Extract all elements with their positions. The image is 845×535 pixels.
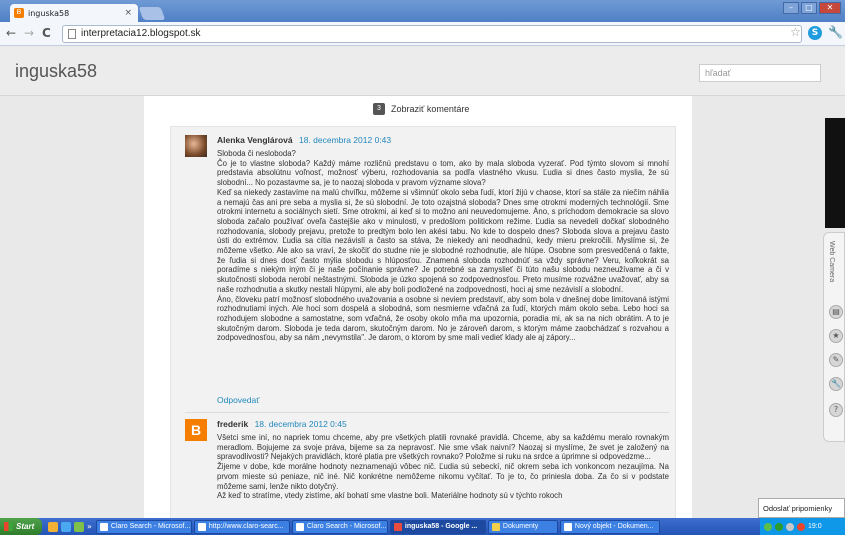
comment-paragraph: Áno, človeku patrí možnosť slobodného uv… <box>217 294 669 343</box>
tab-close-icon[interactable]: × <box>124 8 132 18</box>
document-icon <box>563 522 572 531</box>
window-controls: – □ ✕ <box>783 2 841 14</box>
clock: 19:0 <box>808 523 822 530</box>
page-icon <box>68 29 76 39</box>
taskbar-button-label: Dokumenty <box>502 523 539 530</box>
blogger-favicon-icon: B <box>14 8 24 18</box>
taskbar-button-label: Nový objekt - Dokumen... <box>574 523 654 530</box>
avatar[interactable] <box>185 135 207 157</box>
quick-launch-more-icon[interactable]: » <box>87 522 92 532</box>
taskbar-button-label: Claro Search - Microsof... <box>110 523 191 530</box>
ie-window-icon <box>99 522 108 531</box>
comment-paragraph: Až keď to stratíme, vtedy zistíme, akí b… <box>217 491 563 501</box>
comment-author[interactable]: frederik <box>217 419 248 429</box>
tab-title: inguska58 <box>28 8 70 18</box>
quick-launch: » <box>48 521 92 532</box>
comment-divider <box>185 412 669 413</box>
chrome-window-icon <box>393 522 402 531</box>
comments-section: Alenka Venglárová 18. decembra 2012 0:43… <box>170 126 676 518</box>
skype-extension-icon[interactable]: S <box>808 26 822 40</box>
ie-window-icon <box>295 522 304 531</box>
gadget-edit-icon[interactable]: ✎ <box>829 353 843 367</box>
comment-date[interactable]: 18. decembra 2012 0:45 <box>255 419 347 429</box>
window-close-icon[interactable]: ✕ <box>819 2 841 14</box>
web-camera-gadget[interactable]: Web Camera ▤ ★ ✎ 🔧 ? <box>823 232 845 442</box>
reply-link[interactable]: Odpovedať <box>217 395 259 405</box>
alert-icon[interactable] <box>797 522 805 531</box>
windows-logo-icon <box>4 522 13 531</box>
ie-icon[interactable] <box>61 521 71 532</box>
comment-header: Alenka Venglárová 18. decembra 2012 0:43 <box>217 135 391 145</box>
web-camera-label: Web Camera <box>828 241 835 283</box>
comment-paragraph: Žijeme v dobe, kde morálne hodnoty nezna… <box>217 462 669 491</box>
show-comments-link[interactable]: 3 Zobraziť komentáre <box>373 103 469 115</box>
comment-body: Sloboda či nesloboda? Čo je to vlastne s… <box>217 149 669 343</box>
comment-paragraph: Všetci sme iní, no napriek tomu chceme, … <box>217 433 669 462</box>
gadget-tool-icon[interactable]: ▤ <box>829 305 843 319</box>
media-icon[interactable] <box>74 521 84 532</box>
start-button[interactable]: Start <box>0 518 42 535</box>
volume-icon[interactable] <box>786 522 794 531</box>
blogger-avatar-icon[interactable]: B <box>185 419 207 441</box>
gadget-help-icon[interactable]: ? <box>829 403 843 417</box>
search-input[interactable]: hľadať <box>699 64 821 82</box>
comment: B frederik 18. decembra 2012 0:45 Všetci… <box>185 419 669 518</box>
taskbar-button[interactable]: Nový objekt - Dokumen... <box>559 519 660 534</box>
firefox-icon[interactable] <box>48 521 58 532</box>
antivirus-icon[interactable] <box>775 522 783 531</box>
gadget-star-icon[interactable]: ★ <box>829 329 843 343</box>
comment-author[interactable]: Alenka Venglárová <box>217 135 293 145</box>
taskbar-button[interactable]: inguska58 - Google ... <box>389 519 486 534</box>
gadget-wrench-icon[interactable]: 🔧 <box>829 377 843 391</box>
browser-tab[interactable]: B inguska58 × <box>10 4 138 22</box>
system-tray: 19:0 <box>760 518 845 535</box>
forward-icon[interactable]: → <box>24 26 34 40</box>
comment-paragraph: Čo je to vlastne sloboda? Každý máme roz… <box>217 158 669 188</box>
blog-title[interactable]: inguska58 <box>15 61 97 82</box>
back-icon[interactable]: ← <box>6 26 16 40</box>
comment-count-badge: 3 <box>373 103 385 115</box>
comment-paragraph: Sloboda či nesloboda? <box>217 149 296 158</box>
url-text: interpretacia12.blogspot.sk <box>81 28 201 39</box>
bookmark-star-icon[interactable]: ☆ <box>790 25 801 39</box>
taskbar-button[interactable]: http://www.claro-searc... <box>193 519 290 534</box>
side-dark-panel <box>825 118 845 228</box>
reload-icon[interactable]: C <box>42 26 51 40</box>
taskbar-button[interactable]: Dokumenty <box>487 519 558 534</box>
windows-taskbar: Start » Claro Search - Microsof... http:… <box>0 518 845 535</box>
maximize-icon[interactable]: □ <box>801 2 817 14</box>
taskbar-button-label: Claro Search - Microsof... <box>306 523 387 530</box>
browser-tab-bar: B inguska58 × – □ ✕ <box>0 0 845 22</box>
start-label: Start <box>16 522 35 531</box>
feedback-button[interactable]: Odoslať pripomienky <box>758 498 845 518</box>
taskbar-button-label: inguska58 - Google ... <box>404 523 478 530</box>
folder-icon <box>491 522 500 531</box>
taskbar-button[interactable]: Claro Search - Microsof... <box>291 519 388 534</box>
comment: Alenka Venglárová 18. decembra 2012 0:43… <box>185 135 669 435</box>
post-panel: 3 Zobraziť komentáre Alenka Venglárová 1… <box>144 96 692 518</box>
browser-toolbar: ← → C interpretacia12.blogspot.sk ☆ S 🔧 <box>0 22 845 46</box>
minimize-icon[interactable]: – <box>783 2 799 14</box>
taskbar-button[interactable]: Claro Search - Microsof... <box>95 519 192 534</box>
show-comments-label: Zobraziť komentáre <box>391 104 470 114</box>
comment-date[interactable]: 18. decembra 2012 0:43 <box>299 135 391 145</box>
comment-header: frederik 18. decembra 2012 0:45 <box>217 419 347 429</box>
network-icon[interactable] <box>764 522 772 531</box>
new-tab-button[interactable] <box>138 7 166 20</box>
blog-header: inguska58 hľadať <box>0 47 845 96</box>
ie-window-icon <box>197 522 206 531</box>
comment-paragraph: Keď sa niekedy zastavíme na malú chvíľku… <box>217 187 669 294</box>
wrench-menu-icon[interactable]: 🔧 <box>828 25 843 39</box>
comment-body: Všetci sme iní, no napriek tomu chceme, … <box>217 433 669 501</box>
taskbar-button-label: http://www.claro-searc... <box>208 523 284 530</box>
address-bar[interactable]: interpretacia12.blogspot.sk <box>62 25 802 43</box>
